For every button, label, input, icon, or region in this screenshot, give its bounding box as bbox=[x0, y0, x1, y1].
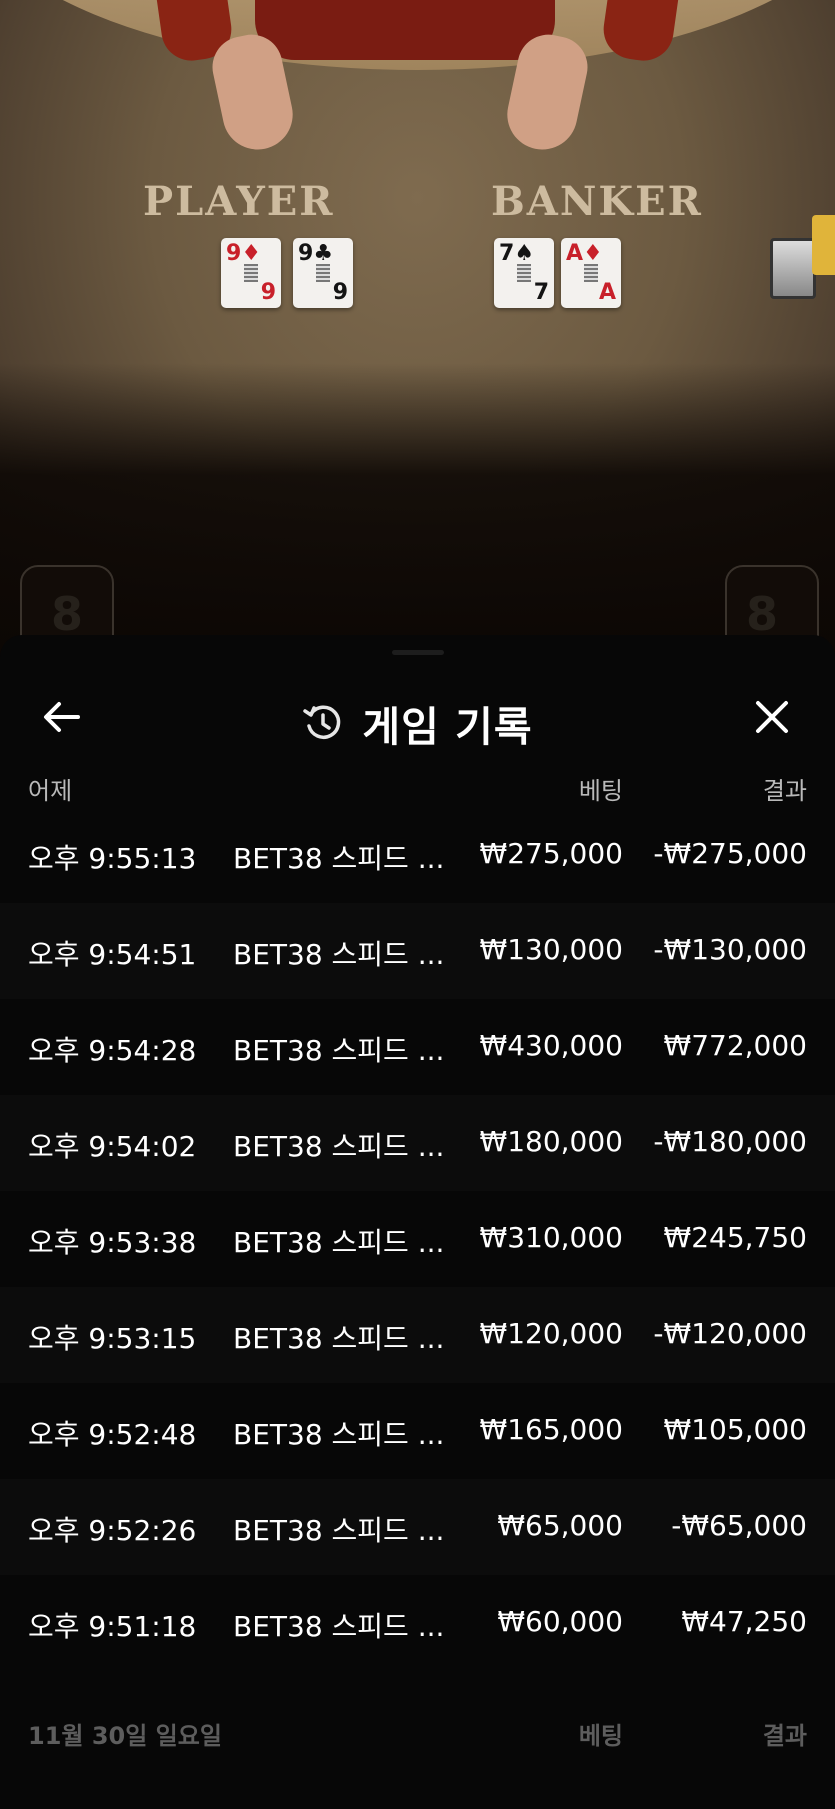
row-bet: ₩65,000 bbox=[497, 1509, 623, 1542]
row-bet: ₩60,000 bbox=[497, 1605, 623, 1638]
bet-column-header: 베팅 bbox=[578, 777, 623, 805]
row-bet: ₩275,000 bbox=[479, 837, 623, 870]
row-game: BET38 스피드 ... bbox=[233, 1034, 445, 1067]
row-time: 오후 9:53:15 bbox=[28, 1322, 197, 1355]
banker-zone-label: BANKER bbox=[491, 178, 703, 225]
player-card-2: 9♣ 9 bbox=[293, 238, 353, 308]
banker-card-2: A♦ A bbox=[561, 238, 621, 308]
row-result: ₩105,000 bbox=[663, 1413, 807, 1446]
card-shoe-edge bbox=[812, 215, 835, 275]
row-result: -₩120,000 bbox=[653, 1317, 807, 1350]
row-game: BET38 스피드 ... bbox=[233, 1610, 445, 1643]
title-group: 게임 기록 bbox=[0, 693, 835, 753]
dealer-arm-right bbox=[599, 0, 681, 65]
section-date: 11월 30일 일요일 bbox=[28, 1722, 222, 1750]
history-row[interactable]: 오후 9:55:13 BET38 스피드 ... ₩275,000 -₩275,… bbox=[0, 807, 835, 903]
row-time: 오후 9:54:51 bbox=[28, 938, 197, 971]
close-button[interactable] bbox=[750, 695, 794, 739]
history-row[interactable]: 오후 9:53:15 BET38 스피드 ... ₩120,000 -₩120,… bbox=[0, 1287, 835, 1383]
card-shoe bbox=[770, 238, 816, 299]
row-bet: ₩130,000 bbox=[479, 933, 623, 966]
sheet-header: 게임 기록 bbox=[0, 675, 835, 765]
row-bet: ₩165,000 bbox=[479, 1413, 623, 1446]
history-row[interactable]: 오후 9:54:28 BET38 스피드 ... ₩430,000 ₩772,0… bbox=[0, 999, 835, 1095]
section-date: 어제 bbox=[28, 777, 73, 805]
history-icon bbox=[303, 705, 341, 739]
row-game: BET38 스피드 ... bbox=[233, 1226, 445, 1259]
banker-card-1: 7♠ 7 bbox=[494, 238, 554, 308]
row-time: 오후 9:54:28 bbox=[28, 1034, 197, 1067]
row-time: 오후 9:51:18 bbox=[28, 1610, 197, 1643]
row-result: -₩65,000 bbox=[671, 1509, 807, 1542]
row-game: BET38 스피드 ... bbox=[233, 1418, 445, 1451]
row-result: ₩245,750 bbox=[663, 1221, 807, 1254]
bet-column-header: 베팅 bbox=[578, 1722, 623, 1750]
row-result: -₩275,000 bbox=[653, 837, 807, 870]
result-column-header: 결과 bbox=[762, 1722, 807, 1750]
row-result: -₩180,000 bbox=[653, 1125, 807, 1158]
row-result: ₩47,250 bbox=[681, 1605, 807, 1638]
player-zone-label: PLAYER bbox=[143, 178, 335, 225]
section-header-nov30: 11월 30일 일요일 베팅 결과 bbox=[0, 1710, 835, 1750]
history-row[interactable]: 오후 9:52:26 BET38 스피드 ... ₩65,000 -₩65,00… bbox=[0, 1479, 835, 1575]
row-game: BET38 스피드 ... bbox=[233, 842, 445, 875]
close-icon bbox=[756, 701, 788, 733]
history-row[interactable]: 오후 9:51:18 BET38 스피드 ... ₩60,000 ₩47,250 bbox=[0, 1575, 835, 1671]
row-time: 오후 9:52:26 bbox=[28, 1514, 197, 1547]
game-history-sheet: 게임 기록 어제 베팅 결과 오후 9:55:13 BET38 스피드 ... … bbox=[0, 635, 835, 1809]
row-result: ₩772,000 bbox=[663, 1029, 807, 1062]
history-row[interactable]: 오후 9:54:51 BET38 스피드 ... ₩130,000 -₩130,… bbox=[0, 903, 835, 999]
row-time: 오후 9:54:02 bbox=[28, 1130, 197, 1163]
row-result: -₩130,000 bbox=[653, 933, 807, 966]
row-time: 오후 9:53:38 bbox=[28, 1226, 197, 1259]
row-game: BET38 스피드 ... bbox=[233, 1322, 445, 1355]
row-bet: ₩180,000 bbox=[479, 1125, 623, 1158]
row-bet: ₩310,000 bbox=[479, 1221, 623, 1254]
sheet-drag-handle[interactable] bbox=[392, 650, 444, 655]
row-bet: ₩120,000 bbox=[479, 1317, 623, 1350]
page-title: 게임 기록 bbox=[362, 703, 533, 751]
row-bet: ₩430,000 bbox=[479, 1029, 623, 1062]
row-game: BET38 스피드 ... bbox=[233, 1130, 445, 1163]
live-video-feed: PLAYER BANKER 9♦ 9 9♣ 9 7♠ 7 A♦ A 8 8 bbox=[0, 0, 835, 660]
dealer-body bbox=[255, 0, 555, 60]
result-column-header: 결과 bbox=[762, 777, 807, 805]
section-header-yesterday: 어제 베팅 결과 bbox=[0, 765, 835, 805]
row-time: 오후 9:52:48 bbox=[28, 1418, 197, 1451]
row-game: BET38 스피드 ... bbox=[233, 1514, 445, 1547]
history-row[interactable]: 오후 9:53:38 BET38 스피드 ... ₩310,000 ₩245,7… bbox=[0, 1191, 835, 1287]
row-time: 오후 9:55:13 bbox=[28, 842, 197, 875]
history-list: 오후 9:55:13 BET38 스피드 ... ₩275,000 -₩275,… bbox=[0, 807, 835, 1671]
player-card-1: 9♦ 9 bbox=[221, 238, 281, 308]
history-row[interactable]: 오후 9:52:48 BET38 스피드 ... ₩165,000 ₩105,0… bbox=[0, 1383, 835, 1479]
row-game: BET38 스피드 ... bbox=[233, 938, 445, 971]
history-row[interactable]: 오후 9:54:02 BET38 스피드 ... ₩180,000 -₩180,… bbox=[0, 1095, 835, 1191]
